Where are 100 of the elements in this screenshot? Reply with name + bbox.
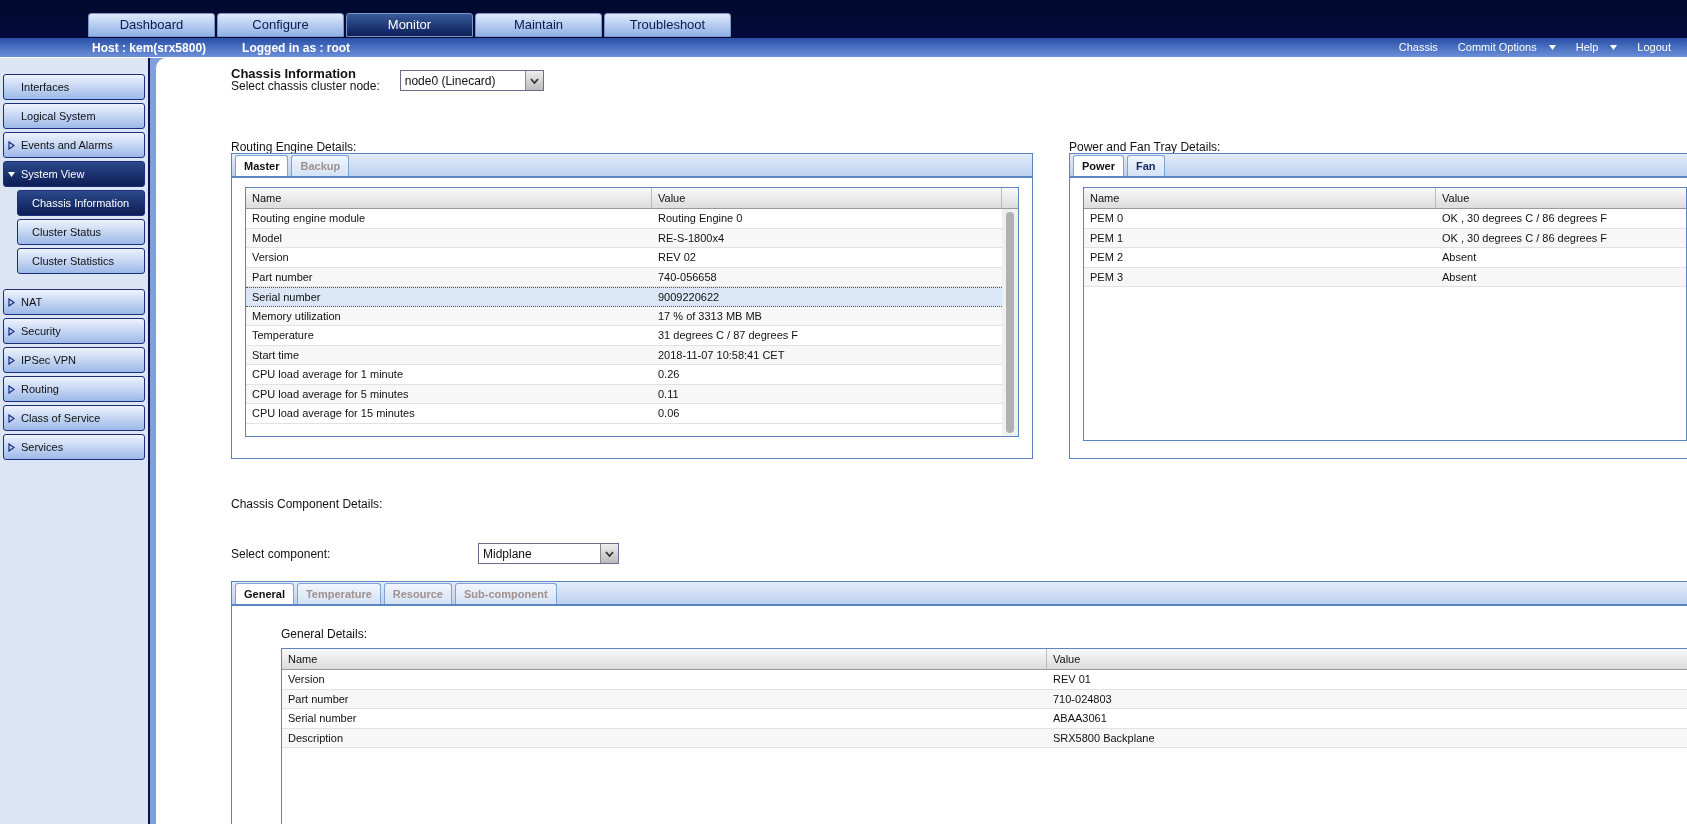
header-link[interactable]: Chassis xyxy=(1398,39,1438,56)
caret-icon xyxy=(1610,43,1618,52)
header-link[interactable]: Logout xyxy=(1637,39,1671,56)
field-label: Select component: xyxy=(231,545,332,563)
table-row[interactable]: Part number 710-024803 xyxy=(282,689,1687,709)
sidebar-item[interactable]: Class of Service xyxy=(3,405,145,431)
table-cell-text: REV 01 xyxy=(1052,672,1092,687)
table-cell-text: Part number xyxy=(287,691,350,707)
sidebar-subitem[interactable]: Cluster Statistics xyxy=(17,248,145,274)
table-cell-text: Memory utilization xyxy=(251,308,342,324)
column-header: Name xyxy=(1084,188,1436,208)
table-cell-text: Version xyxy=(251,250,290,265)
user-label: Logged in as : root xyxy=(242,39,351,57)
table-cell-text: CPU load average for 5 minutes xyxy=(251,386,410,402)
tab[interactable]: Master xyxy=(235,155,289,176)
nav-tab[interactable]: Dashboard xyxy=(88,13,215,37)
table-cell-text: 740-056658 xyxy=(657,269,718,285)
column-header: Value xyxy=(1441,190,1471,206)
caret-icon xyxy=(8,326,15,336)
table-cell-text: Start time xyxy=(251,347,301,363)
table-cell-text: PEM 0 xyxy=(1089,211,1124,226)
sidebar-subitem[interactable]: Cluster Status xyxy=(17,219,145,245)
column-header: Value xyxy=(652,188,1002,208)
table-cell-text: 710-024803 xyxy=(1052,691,1113,707)
sidebar-item[interactable]: NAT xyxy=(3,289,145,315)
table-row[interactable]: PEM 1 OK , 30 degrees C / 86 degrees F xyxy=(1084,228,1686,248)
sidebar-item[interactable]: System View xyxy=(3,161,145,187)
table-row[interactable]: Serial number 9009220622 xyxy=(246,287,1002,307)
table-row[interactable]: CPU load average for 5 minutes 0.11 xyxy=(246,384,1002,404)
table-cell-text: Temperature xyxy=(251,328,315,343)
table-cell-text: ABAA3061 xyxy=(1052,711,1108,726)
caret-icon xyxy=(8,140,15,150)
sidebar-item[interactable]: Services xyxy=(3,434,145,460)
table-cell-text: 2018-11-07 10:58:41 CET xyxy=(657,347,786,363)
table-cell-text: Routing engine module xyxy=(251,211,367,226)
section-title: Power and Fan Tray Details: xyxy=(1069,139,1222,153)
table-row[interactable]: Part number 740-056658 xyxy=(246,267,1002,287)
tab[interactable]: General xyxy=(235,583,294,604)
sidebar-subitem[interactable]: Chassis Information xyxy=(17,190,145,216)
sidebar-item[interactable]: Routing xyxy=(3,376,145,402)
header-link[interactable]: Commit Options xyxy=(1457,39,1537,56)
table-cell-text: Serial number xyxy=(287,711,358,726)
table-cell-text: OK , 30 degrees C / 86 degrees F xyxy=(1441,230,1609,246)
table-row[interactable]: Start time 2018-11-07 10:58:41 CET xyxy=(246,345,1002,365)
nav-tab[interactable]: Troubleshoot xyxy=(604,13,731,37)
table-cell-text: 0.06 xyxy=(657,406,681,421)
table-cell-text: 9009220622 xyxy=(657,289,721,305)
table-cell-text: Serial number xyxy=(251,289,322,305)
table-cell-text: Model xyxy=(251,230,283,246)
column-header: Value xyxy=(1052,651,1082,667)
column-header: Name xyxy=(282,649,1047,669)
tab[interactable]: Fan xyxy=(1127,155,1165,176)
caret-icon xyxy=(8,297,15,307)
sidebar-item[interactable]: Interfaces xyxy=(3,74,145,100)
nav-tab[interactable]: Configure xyxy=(217,13,344,37)
table-cell-text: PEM 2 xyxy=(1089,250,1124,265)
page-title: Chassis Information xyxy=(231,67,357,80)
table-cell-text: Absent xyxy=(1441,269,1478,285)
header-link[interactable]: Help xyxy=(1575,39,1599,56)
table-cell-text: 0.26 xyxy=(657,367,681,382)
tab[interactable]: Power xyxy=(1073,155,1124,176)
section-title: General Details: xyxy=(281,626,369,643)
chevron-down-icon xyxy=(529,77,539,84)
section-title: Chassis Component Details: xyxy=(231,496,384,513)
nav-tab[interactable]: Maintain xyxy=(475,13,602,37)
table-row[interactable]: Memory utilization 17 % of 3313 MB MB xyxy=(246,306,1002,326)
sidebar-item[interactable]: Events and Alarms xyxy=(3,132,145,158)
table-cell-text: SRX5800 Backplane xyxy=(1052,730,1156,746)
table-row[interactable]: Description SRX5800 Backplane xyxy=(282,728,1687,748)
dropdown-field[interactable]: node0 (Linecard) xyxy=(399,70,544,91)
column-header: Name xyxy=(246,188,652,208)
caret-icon xyxy=(8,384,15,394)
table-cell-text: OK , 30 degrees C / 86 degrees F xyxy=(1441,211,1609,226)
table-cell-text: Routing Engine 0 xyxy=(657,211,744,226)
table-cell-text: Part number xyxy=(251,269,314,285)
table-cell-text: REV 02 xyxy=(657,250,697,265)
sidebar-item[interactable]: Logical System xyxy=(3,103,145,129)
table-cell-text: PEM 1 xyxy=(1089,230,1124,246)
nav-tab[interactable]: Monitor xyxy=(346,13,473,37)
caret-icon xyxy=(8,442,15,452)
field-label: Select chassis cluster node: xyxy=(231,80,380,93)
table-cell-text: RE-S-1800x4 xyxy=(657,230,726,246)
section-title: Routing Engine Details: xyxy=(231,139,358,153)
scrollbar[interactable] xyxy=(1002,209,1018,436)
sidebar-item[interactable]: Security xyxy=(3,318,145,344)
table-cell-text: CPU load average for 15 minutes xyxy=(251,406,416,421)
host-label: Host : kem(srx5800) xyxy=(92,39,207,57)
table-row[interactable]: Model RE-S-1800x4 xyxy=(246,228,1002,248)
table-cell-text: Description xyxy=(287,730,345,746)
table-cell-text: Absent xyxy=(1441,250,1478,265)
table-cell-text: 17 % of 3313 MB MB xyxy=(657,308,763,324)
caret-icon xyxy=(8,169,15,179)
sidebar-item[interactable]: IPSec VPN xyxy=(3,347,145,373)
caret-icon xyxy=(8,355,15,365)
table-cell-text: 31 degrees C / 87 degrees F xyxy=(657,328,800,343)
table-cell-text: PEM 3 xyxy=(1089,269,1124,285)
table-row[interactable]: PEM 3 Absent xyxy=(1084,267,1686,287)
chevron-down-icon xyxy=(605,550,614,557)
dropdown-field[interactable]: Midplane xyxy=(478,543,619,564)
caret-icon xyxy=(1548,43,1556,52)
